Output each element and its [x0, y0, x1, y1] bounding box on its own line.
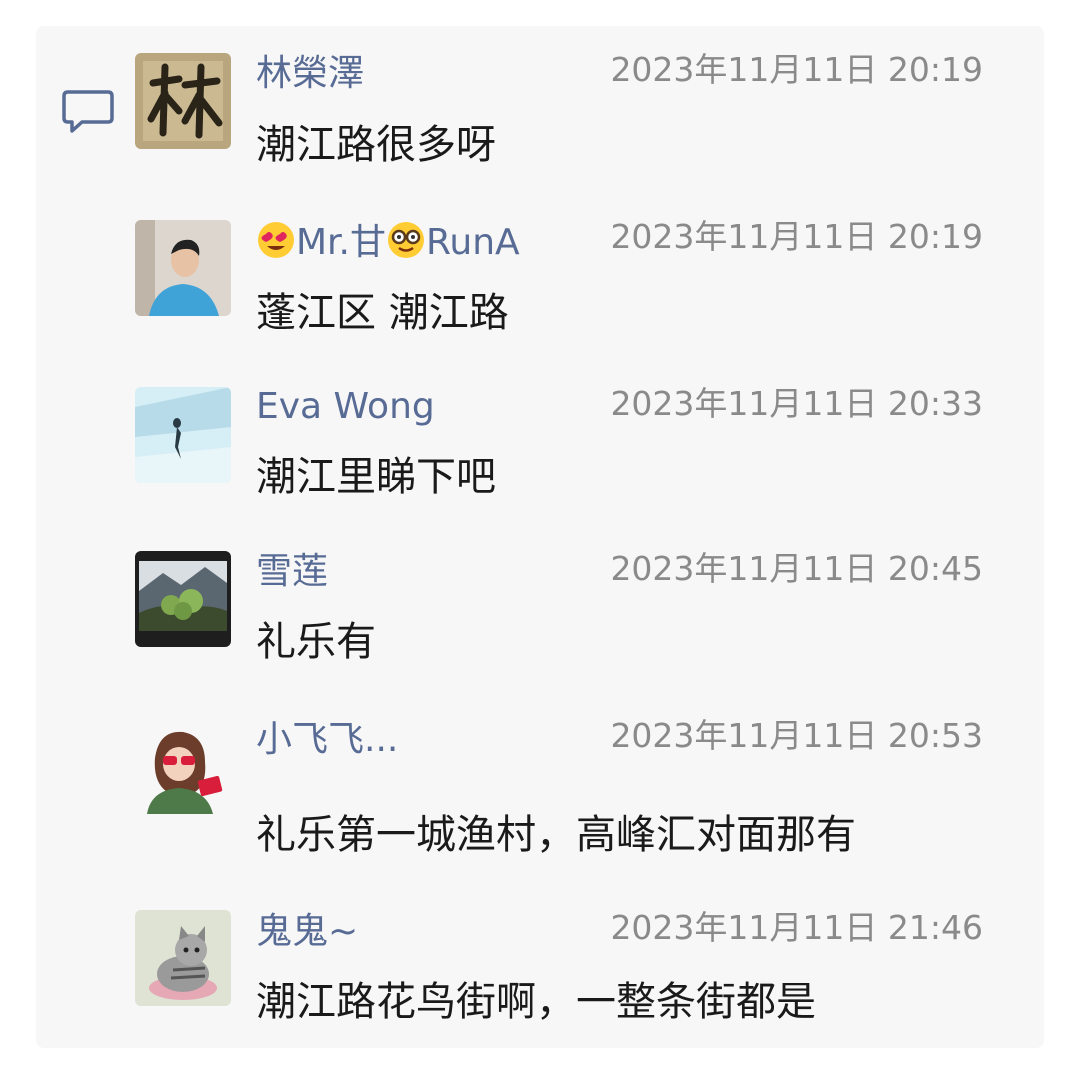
calligraphy-avatar-icon[interactable] [135, 53, 231, 149]
comment-author-name[interactable]: Mr.甘 RunA [256, 220, 520, 265]
comment-text: 潮江路花鸟街啊，一整条街都是 [256, 979, 816, 1025]
cartoon-girl-avatar-icon[interactable] [135, 718, 231, 814]
comment-text: 蓬江区 潮江路 [256, 290, 509, 336]
comment-author-name[interactable]: 小飞飞... [256, 718, 398, 762]
comment-text: 礼乐有 [256, 619, 376, 665]
man-photo-avatar-icon[interactable] [135, 220, 231, 316]
cat-avatar-icon[interactable] [135, 910, 231, 1006]
comment-text: 潮江里睇下吧 [256, 454, 496, 500]
author-name-part: RunA [426, 222, 520, 263]
comment-author-name[interactable]: 鬼鬼~ [256, 910, 358, 954]
author-name-part: Mr.甘 [296, 222, 387, 263]
comment-timestamp: 2023年11月11日 20:53 [610, 716, 983, 755]
comment-author-name[interactable]: 雪莲 [256, 550, 328, 594]
comment-bubble-icon [62, 90, 114, 133]
comment-author-name[interactable]: Eva Wong [256, 385, 435, 429]
comment-timestamp: 2023年11月11日 21:46 [610, 908, 983, 947]
heart-eyes-emoji-icon [258, 222, 294, 258]
comment-author-name[interactable]: 林榮澤 [256, 52, 364, 96]
comments-panel [36, 26, 1044, 1048]
comment-timestamp: 2023年11月11日 20:19 [610, 217, 983, 256]
comment-timestamp: 2023年11月11日 20:19 [610, 50, 983, 89]
mountain-plant-avatar-icon[interactable] [135, 551, 231, 647]
dancer-avatar-icon[interactable] [135, 387, 231, 483]
comment-text: 礼乐第一城渔村，高峰汇对面那有 [256, 812, 856, 858]
comment-timestamp: 2023年11月11日 20:33 [610, 384, 983, 423]
nerd-face-emoji-icon [388, 222, 425, 258]
comment-timestamp: 2023年11月11日 20:45 [610, 549, 983, 588]
comment-text: 潮江路很多呀 [256, 122, 496, 168]
